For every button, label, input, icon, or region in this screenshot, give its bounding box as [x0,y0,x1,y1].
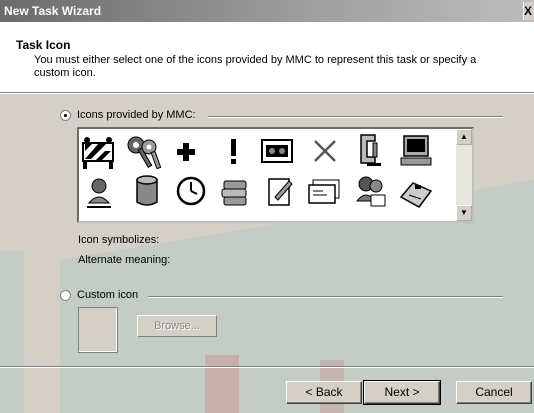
back-button[interactable]: < Back [286,381,362,404]
computer-icon[interactable] [400,135,432,166]
mmc-icons-radio[interactable] [60,110,71,121]
page-title: Task Icon [16,38,71,52]
network-user-icon[interactable] [87,178,111,208]
header-divider [0,93,534,94]
custom-icon-label[interactable]: Custom icon [77,289,138,301]
browse-button[interactable]: Browse... [137,315,217,337]
custom-icon-preview [78,307,118,353]
icon-list[interactable]: ▲ ▼ [77,127,474,223]
plus-icon[interactable] [177,143,195,161]
clock-icon[interactable] [176,176,206,206]
fax-machine-icon[interactable] [399,182,433,208]
title-bar: New Task Wizard X [0,0,534,22]
scroll-up-button[interactable]: ▲ [456,129,472,145]
scroll-down-button[interactable]: ▼ [456,205,472,221]
x-mark-icon[interactable] [314,140,336,162]
icon-list-scrollbar[interactable]: ▲ ▼ [456,129,472,221]
database-cylinder-icon[interactable] [136,175,158,206]
stacked-disks-icon[interactable] [221,180,247,206]
cancel-button[interactable]: Cancel [456,381,532,404]
window-title: New Task Wizard [4,4,102,18]
mmc-icons-label[interactable]: Icons provided by MMC: [77,109,196,121]
custom-icon-radio[interactable] [60,290,71,301]
keys-icon[interactable] [127,136,162,170]
users-mail-icon[interactable] [355,176,386,207]
next-button[interactable]: Next > [363,380,441,405]
envelopes-icon[interactable] [308,179,340,204]
custom-group-line [148,296,503,298]
icon-symbolizes-label: Icon symbolizes: [78,234,160,246]
wizard-header: Task Icon You must either select one of … [0,22,534,93]
close-button[interactable]: X [523,2,534,20]
icon-grid [82,134,433,208]
tape-drive-icon[interactable] [261,139,293,163]
mmc-group-line [208,116,503,118]
clamp-icon[interactable] [360,134,381,166]
footer-divider [0,366,534,368]
exclamation-icon[interactable] [231,139,236,164]
page-description: You must either select one of the icons … [34,54,477,79]
note-pencil-icon[interactable] [268,178,293,206]
alternate-meaning-label: Alternate meaning: [78,254,171,266]
construction-barrier-icon[interactable] [82,137,114,169]
